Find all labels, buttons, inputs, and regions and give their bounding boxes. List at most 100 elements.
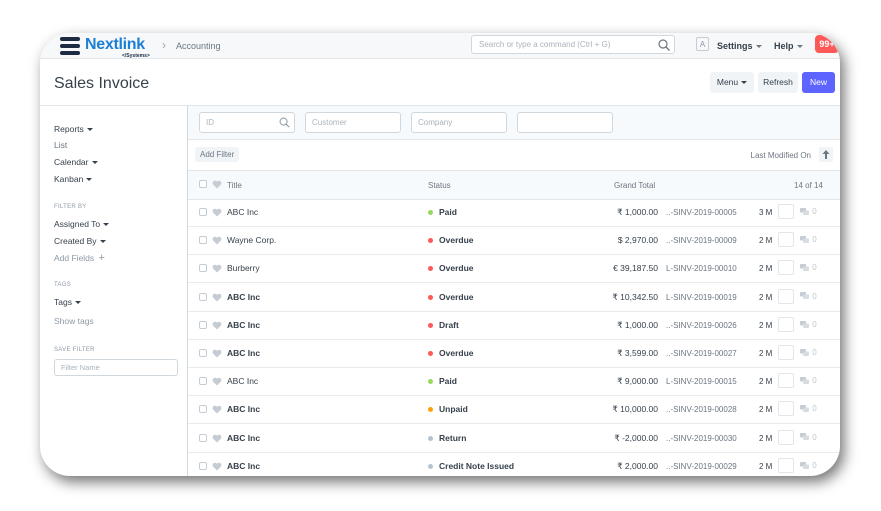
status-indicator[interactable]: Overdue	[439, 263, 474, 273]
notification-badge[interactable]: 99+	[815, 35, 839, 53]
row-title[interactable]: Wayne Corp.	[227, 235, 276, 245]
table-row[interactable]: ABC Inc Draft ₹ 1,000.00 ..-SINV-2019-00026…	[188, 311, 840, 340]
row-title[interactable]: ABC Inc	[227, 207, 258, 217]
status-indicator[interactable]: Overdue	[439, 348, 474, 358]
heart-icon[interactable]	[212, 180, 222, 189]
heart-icon[interactable]	[212, 377, 222, 386]
sidebar-reports[interactable]: Reports	[54, 124, 93, 134]
add-fields-link[interactable]: Add Fields +	[54, 252, 105, 264]
status-indicator[interactable]: Paid	[439, 376, 457, 386]
heart-icon[interactable]	[212, 321, 222, 330]
breadcrumb-accounting[interactable]: Accounting	[176, 41, 221, 51]
status-indicator[interactable]: Return	[439, 433, 466, 443]
row-assign-box[interactable]	[778, 429, 794, 445]
row-checkbox[interactable]	[199, 208, 207, 216]
sidebar-tags[interactable]: Tags	[54, 297, 81, 307]
comment-count-value: 0	[812, 207, 817, 216]
row-title[interactable]: ABC Inc	[227, 433, 260, 443]
search-input[interactable]: Search or type a command (Ctrl + G)	[471, 35, 675, 54]
row-assign-box[interactable]	[778, 345, 794, 360]
status-dot	[428, 266, 433, 272]
row-checkbox[interactable]	[199, 264, 207, 273]
caret-down-icon	[755, 45, 762, 49]
sort-order-button[interactable]	[819, 147, 833, 162]
row-title[interactable]: ABC Inc	[227, 461, 260, 471]
select-all-checkbox[interactable]	[199, 180, 207, 188]
row-title[interactable]: Burberry	[227, 263, 260, 273]
filter-name-input[interactable]: Filter Name	[54, 359, 178, 376]
sidebar-kanban[interactable]: Kanban	[54, 174, 93, 184]
status-indicator[interactable]: Unpaid	[439, 404, 468, 414]
help-dropdown[interactable]: Help	[774, 41, 803, 51]
table-row[interactable]: ABC Inc Unpaid ₹ 10,000.00 ..-SINV-2019-000…	[188, 395, 840, 425]
heart-icon[interactable]	[212, 293, 222, 302]
row-checkbox[interactable]	[199, 236, 207, 245]
row-title[interactable]: ABC Inc	[227, 376, 258, 386]
heart-icon[interactable]	[212, 236, 222, 245]
table-row[interactable]: Wayne Corp. Overdue $ 2,970.00 ..-SINV-2019…	[188, 226, 840, 256]
refresh-button[interactable]: Refresh	[758, 72, 798, 93]
sidebar-assigned-to[interactable]: Assigned To	[54, 219, 110, 229]
row-assign-box[interactable]	[778, 373, 794, 389]
customer-filter-input[interactable]: Customer	[305, 112, 401, 133]
status-indicator[interactable]: Draft	[439, 320, 459, 330]
row-title[interactable]: ABC Inc	[227, 292, 260, 302]
company-filter-input[interactable]: Company	[411, 112, 507, 133]
row-title[interactable]: ABC Inc	[227, 404, 260, 414]
table-row[interactable]: ABC Inc Overdue ₹ 10,342.50 L-SINV-2019-000…	[188, 283, 840, 312]
new-button[interactable]: New	[802, 72, 835, 93]
search-icon	[658, 39, 670, 51]
invoice-name: ..-SINV-2019-00030	[666, 433, 737, 443]
heart-icon[interactable]	[212, 264, 222, 273]
status-indicator[interactable]: Paid	[439, 207, 457, 217]
id-filter-input[interactable]: ID	[199, 112, 295, 133]
table-row[interactable]: ABC Inc Paid ₹ 9,000.00 L-SINV-2019-00015 2 …	[188, 367, 840, 397]
heart-icon[interactable]	[212, 349, 222, 358]
heart-icon[interactable]	[212, 434, 222, 443]
row-assign-box[interactable]	[778, 204, 794, 219]
sidebar-created-by[interactable]: Created By	[54, 236, 106, 246]
comment-count-value: 0	[812, 432, 817, 442]
extra-filter-input[interactable]	[517, 112, 613, 133]
row-assign-box[interactable]	[778, 288, 794, 304]
heart-icon[interactable]	[212, 208, 222, 217]
row-title[interactable]: ABC Inc	[227, 320, 260, 330]
heart-icon[interactable]	[212, 462, 222, 471]
invoice-name: ..-SINV-2019-00009	[666, 236, 737, 246]
heart-icon[interactable]	[212, 405, 222, 414]
table-row[interactable]: ABC Inc Overdue ₹ 3,599.00 ..-SINV-2019-000…	[188, 339, 840, 368]
status-indicator[interactable]: Overdue	[439, 292, 474, 302]
table-row[interactable]: ABC Inc Credit Note Issued ₹ 2,000.00 ..-SI…	[188, 452, 840, 476]
add-filter-button[interactable]: Add Filter	[195, 147, 240, 162]
table-row[interactable]: ABC Inc Paid ₹ 1,000.00 ..-SINV-2019-00005 3…	[188, 198, 840, 227]
grand-total-value: ₹ 2,000.00	[617, 460, 658, 471]
row-assign-box[interactable]	[778, 457, 794, 473]
row-title[interactable]: ABC Inc	[227, 348, 260, 358]
row-assign-box[interactable]	[778, 316, 794, 332]
row-checkbox[interactable]	[199, 461, 207, 470]
row-checkbox[interactable]	[199, 349, 207, 357]
row-checkbox[interactable]	[199, 320, 207, 329]
invoice-name: ..-SINV-2019-00005	[666, 208, 737, 217]
menu-button[interactable]: Menu	[710, 72, 754, 93]
row-checkbox[interactable]	[199, 377, 207, 386]
status-indicator[interactable]: Credit Note Issued	[439, 461, 514, 471]
sidebar-list[interactable]: List	[54, 140, 67, 150]
table-row[interactable]: Burberry Overdue € 39,187.50 L-SINV-2019-00…	[188, 254, 840, 284]
settings-dropdown[interactable]: Settings	[717, 41, 762, 51]
row-checkbox[interactable]	[199, 405, 207, 414]
sort-selector[interactable]: Last Modified On	[751, 151, 811, 160]
status-indicator[interactable]: Overdue	[439, 235, 474, 245]
status-dot	[428, 210, 433, 215]
sidebar-calendar[interactable]: Calendar	[54, 157, 98, 167]
row-assign-box[interactable]	[778, 232, 794, 248]
show-tags-link[interactable]: Show tags	[54, 316, 94, 326]
table-row[interactable]: ABC Inc Return ₹ -2,000.00 ..-SINV-2019-000…	[188, 424, 840, 453]
row-checkbox[interactable]	[199, 433, 207, 442]
row-checkbox[interactable]	[199, 292, 207, 301]
avatar[interactable]: A	[696, 37, 709, 51]
row-assign-box[interactable]	[778, 401, 794, 417]
comment-icon	[800, 320, 809, 328]
row-assign-box[interactable]	[778, 260, 794, 276]
sidebar-kanban-label: Kanban	[54, 174, 84, 184]
